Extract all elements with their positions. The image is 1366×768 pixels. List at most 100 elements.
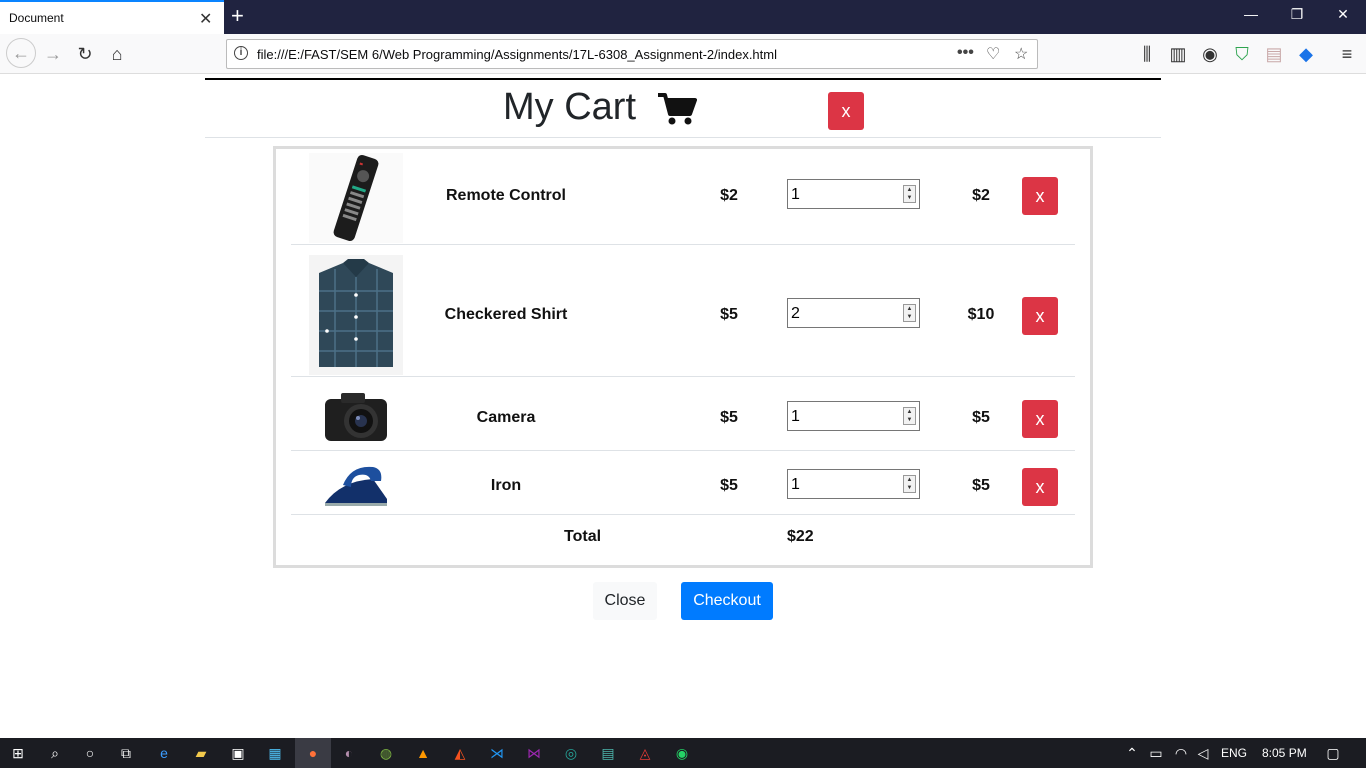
eclipse-icon[interactable]: ◐: [338, 742, 360, 764]
quantity-input[interactable]: 1 ▲ ▼: [787, 179, 920, 209]
shopping-cart-icon: [657, 92, 697, 125]
volume-icon[interactable]: ◁: [1192, 742, 1214, 764]
page-content: My Cart x Remote Control $2 1 ▲ ▼ $2 x C…: [0, 74, 1366, 738]
minimize-icon[interactable]: —: [1236, 6, 1266, 22]
remove-item-button[interactable]: x: [1022, 468, 1058, 506]
quantity-stepper[interactable]: ▲ ▼: [903, 304, 916, 322]
item-price: $5: [720, 477, 738, 494]
modal-header: My Cart x: [205, 80, 1161, 138]
close-button[interactable]: Close: [593, 582, 657, 620]
item-name: Checkered Shirt: [444, 306, 568, 323]
taskbar: ⊞ ⌕ ○ ⧉ e ▰ ▣ ▦ ● ◐ ◍ ▲ ◭ ⋊ ⋈ ◎ ▤ ◬ ◉ ⌃ …: [0, 738, 1366, 768]
clock[interactable]: 8:05 PM: [1262, 746, 1307, 760]
browser-tab[interactable]: Document ✕: [0, 0, 224, 34]
windows-start-icon[interactable]: ⊞: [7, 742, 29, 764]
quantity-stepper[interactable]: ▲ ▼: [903, 407, 916, 425]
item-subtotal: $2: [972, 187, 990, 204]
url-text[interactable]: file:///E:/FAST/SEM 6/Web Programming/As…: [257, 47, 777, 62]
menu-icon[interactable]: ≡: [1334, 41, 1360, 67]
camera-image: [325, 393, 387, 441]
site-info-icon[interactable]: i: [234, 46, 248, 60]
cart-table: Remote Control $2 1 ▲ ▼ $2 x Checkered S…: [273, 146, 1093, 568]
acrobat-icon[interactable]: ◬: [634, 742, 656, 764]
remove-item-button[interactable]: x: [1022, 297, 1058, 335]
bookmark-star-icon[interactable]: ☆: [1014, 44, 1028, 64]
item-name: Camera: [476, 409, 536, 426]
edge-icon[interactable]: e: [153, 742, 175, 764]
language-indicator[interactable]: ENG: [1221, 746, 1247, 760]
cart-title: My Cart: [503, 86, 697, 129]
extension-icon[interactable]: ◆: [1293, 41, 1319, 67]
home-icon[interactable]: ⌂: [104, 41, 130, 67]
item-price: $2: [720, 187, 738, 204]
search-icon[interactable]: ⌕: [44, 742, 66, 764]
tab-title: Document: [9, 11, 64, 25]
quantity-input[interactable]: 1 ▲ ▼: [787, 469, 920, 499]
tray-chevron-icon[interactable]: ⌃: [1121, 742, 1143, 764]
quantity-input[interactable]: 1 ▲ ▼: [787, 401, 920, 431]
window-close-icon[interactable]: ✕: [1328, 6, 1358, 23]
notifications-icon[interactable]: ▢: [1322, 742, 1344, 764]
account-icon[interactable]: ◉: [1197, 41, 1223, 67]
firefox-icon[interactable]: ●: [295, 738, 331, 768]
item-name: Iron: [490, 477, 522, 494]
item-subtotal: $5: [972, 409, 990, 426]
cart-title-text: My Cart: [503, 86, 636, 128]
cart-row: Remote Control $2 1 ▲ ▼ $2 x: [291, 149, 1075, 245]
cart-row: Iron $5 1 ▲ ▼ $5 x: [291, 451, 1075, 515]
total-value: $22: [787, 528, 814, 545]
vscode-icon[interactable]: ⋊: [486, 742, 508, 764]
checkered-shirt-image: [309, 255, 403, 375]
library-icon[interactable]: ⫼: [1134, 41, 1160, 67]
battery-icon[interactable]: ▭: [1145, 742, 1167, 764]
app-icon[interactable]: ◎: [560, 742, 582, 764]
url-bar[interactable]: i file:///E:/FAST/SEM 6/Web Programming/…: [226, 39, 1038, 69]
back-icon[interactable]: ←: [6, 38, 36, 68]
item-price: $5: [720, 409, 738, 426]
file-explorer-icon[interactable]: ▰: [190, 742, 212, 764]
item-subtotal: $10: [967, 306, 995, 323]
terminal-icon[interactable]: ▤: [597, 742, 619, 764]
iron-image: [325, 466, 387, 506]
quantity-stepper[interactable]: ▲ ▼: [903, 475, 916, 493]
cart-row: Camera $5 1 ▲ ▼ $5 x: [291, 377, 1075, 451]
item-subtotal: $5: [972, 477, 990, 494]
control-panel-icon[interactable]: ▦: [264, 742, 286, 764]
page-actions-icon[interactable]: •••: [957, 44, 974, 62]
remote-control-image: [309, 153, 403, 243]
reload-icon[interactable]: ↻: [72, 41, 98, 67]
tab-bar: Document ✕ + — ❐ ✕: [0, 0, 1366, 34]
restore-icon[interactable]: ❐: [1282, 6, 1312, 23]
quantity-value: 1: [791, 408, 800, 425]
remove-item-button[interactable]: x: [1022, 177, 1058, 215]
cortana-icon[interactable]: ○: [79, 742, 101, 764]
remove-item-button[interactable]: x: [1022, 400, 1058, 438]
close-cart-x-button[interactable]: x: [828, 92, 864, 130]
tab-close-icon[interactable]: ✕: [199, 9, 212, 29]
wifi-icon[interactable]: ◠: [1170, 742, 1192, 764]
nav-bar: ← → ↻ ⌂ i file:///E:/FAST/SEM 6/Web Prog…: [0, 34, 1366, 74]
quantity-stepper[interactable]: ▲ ▼: [903, 185, 916, 203]
sidebar-icon[interactable]: ▥: [1165, 41, 1191, 67]
visual-studio-icon[interactable]: ⋈: [523, 742, 545, 764]
store-icon[interactable]: ▣: [227, 742, 249, 764]
pdf-extension-icon[interactable]: ▤: [1261, 41, 1287, 67]
forward-icon[interactable]: →: [40, 41, 66, 67]
cart-row: Checkered Shirt $5 2 ▲ ▼ $10 x: [291, 245, 1075, 377]
checkout-button[interactable]: Checkout: [681, 582, 773, 620]
quantity-value: 2: [791, 305, 800, 322]
task-view-icon[interactable]: ⧉: [115, 742, 137, 764]
item-name: Remote Control: [446, 187, 566, 204]
total-label: Total: [564, 528, 602, 545]
item-price: $5: [720, 306, 738, 323]
chrome-icon[interactable]: ◍: [375, 742, 397, 764]
pocket-icon[interactable]: ♡: [986, 44, 1000, 64]
whatsapp-icon[interactable]: ◉: [671, 742, 693, 764]
vlc-icon[interactable]: ▲: [412, 742, 434, 764]
quantity-value: 1: [791, 186, 800, 203]
new-tab-icon[interactable]: +: [231, 3, 244, 29]
shield-extension-icon[interactable]: ⛉: [1229, 41, 1255, 67]
matlab-icon[interactable]: ◭: [449, 742, 471, 764]
quantity-value: 1: [791, 476, 800, 493]
quantity-input[interactable]: 2 ▲ ▼: [787, 298, 920, 328]
